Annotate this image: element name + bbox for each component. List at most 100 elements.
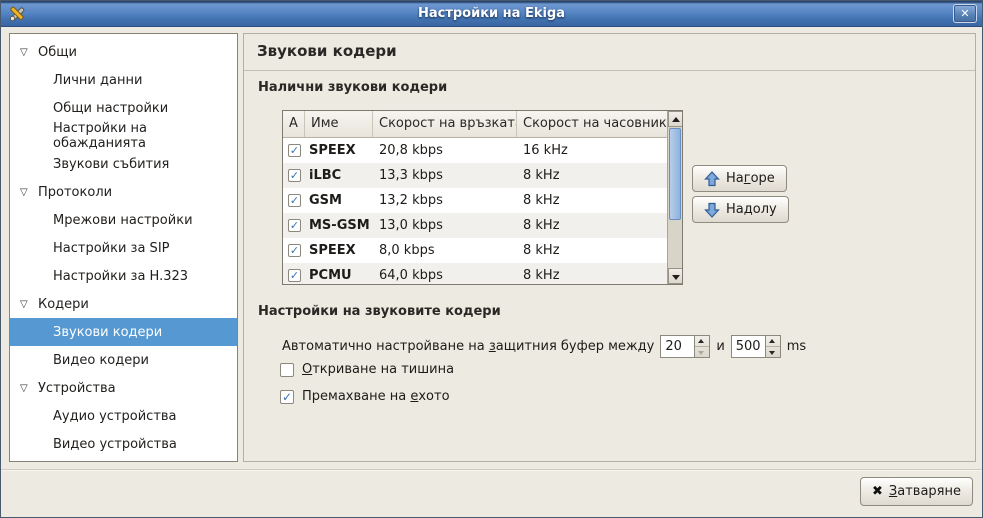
codec-enabled-checkbox[interactable]: ✓: [288, 269, 301, 282]
preferences-tree: ▽ Общи Лични данни Общи настройки Настро…: [9, 33, 238, 462]
codec-bitrate: 8,0 kbps: [373, 243, 517, 258]
codec-name: MS-GSM: [305, 218, 373, 233]
echo-cancellation-checkbox[interactable]: ✓: [280, 390, 294, 404]
column-header-bitrate[interactable]: Скорост на връзката: [373, 111, 517, 137]
codec-settings-heading: Настройки на звуковите кодери: [258, 304, 501, 319]
table-row[interactable]: ✓ PCMU 64,0 kbps 8 kHz: [283, 263, 667, 285]
codec-enabled-checkbox[interactable]: ✓: [288, 194, 301, 207]
column-header-name[interactable]: Име: [305, 111, 373, 137]
silence-detection-checkbox[interactable]: [280, 363, 294, 377]
sidebar-item-personal-data[interactable]: Лични данни: [10, 66, 237, 94]
codec-name: iLBC: [305, 168, 373, 183]
codec-name: GSM: [305, 193, 373, 208]
spin-up-icon[interactable]: [766, 336, 780, 346]
codec-clockrate: 16 kHz: [517, 143, 667, 158]
echo-cancellation-label: Премахване на ехото: [302, 389, 450, 404]
jitter-max-value[interactable]: 500: [732, 336, 765, 357]
expander-icon[interactable]: ▽: [20, 299, 38, 310]
codec-name: SPEEX: [305, 243, 373, 258]
sidebar-item-label: Видео устройства: [53, 437, 177, 452]
table-row[interactable]: ✓ iLBC 13,3 kbps 8 kHz: [283, 163, 667, 188]
jitter-max-spinner[interactable]: 500: [731, 335, 781, 358]
sidebar-item-call-options[interactable]: Настройки на обажданията: [10, 122, 237, 150]
column-header-active[interactable]: А: [283, 111, 305, 137]
sidebar-item-video-codecs[interactable]: Видео кодери: [10, 346, 237, 374]
sidebar-item-h323-settings[interactable]: Настройки за H.323: [10, 262, 237, 290]
sidebar-item-label: Протоколи: [38, 185, 112, 200]
codec-bitrate: 20,8 kbps: [373, 143, 517, 158]
sidebar-item-label: Аудио устройства: [53, 409, 177, 424]
sidebar-item-label: Кодери: [38, 297, 89, 312]
title-separator: [244, 70, 975, 71]
available-codecs-heading: Налични звукови кодери: [258, 80, 447, 95]
sidebar-item-network-settings[interactable]: Мрежови настройки: [10, 206, 237, 234]
codec-clockrate: 8 kHz: [517, 268, 667, 283]
window-close-button[interactable]: ✕: [953, 4, 977, 23]
echo-cancellation-row[interactable]: ✓ Премахване на ехото: [280, 389, 450, 404]
expander-icon[interactable]: ▽: [20, 187, 38, 198]
close-button-label: Затваряне: [889, 484, 961, 499]
preferences-window: Настройки на Ekiga ✕ ▽ Общи Лични данни …: [0, 0, 983, 518]
sidebar-item-audio-devices[interactable]: Аудио устройства: [10, 402, 237, 430]
column-header-clockrate[interactable]: Скорост на часовника: [517, 111, 667, 137]
sidebar-item-label: Видео кодери: [53, 353, 149, 368]
sidebar-item-codecs[interactable]: ▽ Кодери: [10, 290, 237, 318]
table-row[interactable]: ✓ SPEEX 8,0 kbps 8 kHz: [283, 238, 667, 263]
table-row[interactable]: ✓ SPEEX 20,8 kbps 16 kHz: [283, 138, 667, 163]
sidebar-item-general[interactable]: ▽ Общи: [10, 38, 237, 66]
spin-down-icon[interactable]: [695, 346, 709, 357]
jitter-min-value[interactable]: 20: [661, 336, 694, 357]
codec-clockrate: 8 kHz: [517, 218, 667, 233]
codec-enabled-checkbox[interactable]: ✓: [288, 144, 301, 157]
sidebar-item-audio-codecs[interactable]: Звукови кодери: [10, 318, 237, 346]
sidebar-item-video-devices[interactable]: Видео устройства: [10, 430, 237, 458]
scroll-down-icon[interactable]: [668, 268, 683, 284]
sidebar-item-label: Мрежови настройки: [53, 213, 193, 228]
spin-up-icon[interactable]: [695, 336, 709, 346]
jitter-min-spinner[interactable]: 20: [660, 335, 710, 358]
sidebar-item-label: Устройства: [38, 381, 116, 396]
titlebar[interactable]: Настройки на Ekiga ✕: [1, 1, 982, 27]
sidebar-item-devices[interactable]: ▽ Устройства: [10, 374, 237, 402]
codec-enabled-checkbox[interactable]: ✓: [288, 244, 301, 257]
close-x-icon: ✖: [872, 484, 883, 499]
table-row[interactable]: ✓ GSM 13,2 kbps 8 kHz: [283, 188, 667, 213]
scroll-up-icon[interactable]: [668, 111, 683, 127]
sidebar-item-label: Общи: [38, 45, 77, 60]
sidebar-item-sound-events[interactable]: Звукови събития: [10, 150, 237, 178]
table-row[interactable]: ✓ MS-GSM 13,0 kbps 8 kHz: [283, 213, 667, 238]
sidebar-item-general-settings[interactable]: Общи настройки: [10, 94, 237, 122]
main-panel: Звукови кодери Налични звукови кодери А …: [243, 33, 976, 462]
expander-icon[interactable]: ▽: [20, 383, 38, 394]
sidebar-item-protocols[interactable]: ▽ Протоколи: [10, 178, 237, 206]
unit-label: ms: [787, 339, 806, 354]
codec-enabled-checkbox[interactable]: ✓: [288, 219, 301, 232]
codec-bitrate: 64,0 kbps: [373, 268, 517, 283]
up-arrow-icon: [704, 171, 720, 187]
sidebar-item-label: Звукови кодери: [53, 325, 162, 340]
codec-clockrate: 8 kHz: [517, 243, 667, 258]
move-up-button[interactable]: Нагоре: [692, 165, 787, 192]
move-down-label: Надолу: [726, 202, 777, 217]
spin-down-icon[interactable]: [766, 346, 780, 357]
scrollbar-thumb[interactable]: [669, 128, 681, 220]
vertical-scrollbar[interactable]: [667, 111, 682, 284]
expander-icon[interactable]: ▽: [20, 47, 38, 58]
silence-detection-row[interactable]: Откриване на тишина: [280, 362, 454, 377]
move-down-button[interactable]: Надолу: [692, 196, 789, 223]
codec-name: PCMU: [305, 268, 373, 283]
move-up-label: Нагоре: [726, 171, 775, 186]
page-title: Звукови кодери: [257, 42, 397, 60]
codec-enabled-checkbox[interactable]: ✓: [288, 169, 301, 182]
codec-clockrate: 8 kHz: [517, 193, 667, 208]
window-title: Настройки на Ekiga: [1, 1, 982, 27]
sidebar-item-label: Лични данни: [53, 73, 142, 88]
silence-detection-label: Откриване на тишина: [302, 362, 454, 377]
codec-bitrate: 13,0 kbps: [373, 218, 517, 233]
sidebar-item-label: Настройки за SIP: [53, 241, 170, 256]
codec-bitrate: 13,3 kbps: [373, 168, 517, 183]
close-button[interactable]: ✖ Затваряне: [860, 477, 973, 506]
sidebar-item-sip-settings[interactable]: Настройки за SIP: [10, 234, 237, 262]
down-arrow-icon: [704, 202, 720, 218]
and-label: и: [716, 339, 724, 354]
